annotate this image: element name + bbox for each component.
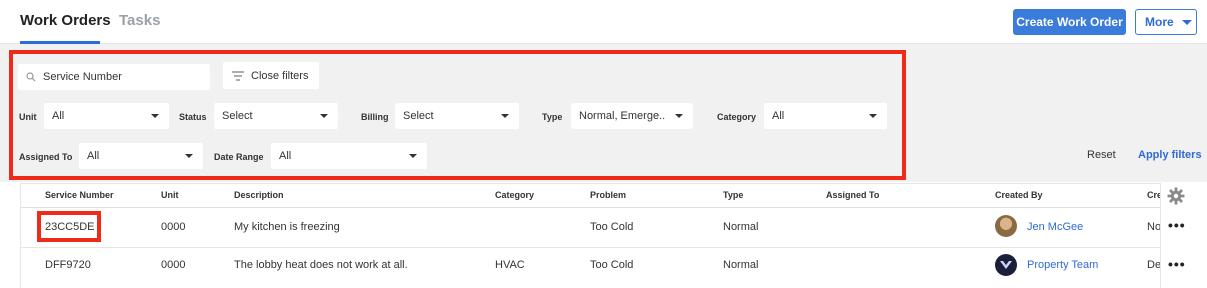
tab-work-orders[interactable]: Work Orders bbox=[20, 12, 111, 29]
type-filter-label: Type bbox=[542, 112, 563, 122]
status-filter-select[interactable]: Select bbox=[214, 103, 338, 129]
chevron-down-icon bbox=[501, 114, 509, 118]
billing-filter-label: Billing bbox=[361, 112, 389, 122]
assigned-to-filter-label: Assigned To bbox=[19, 152, 73, 162]
search-input-text: Service Number bbox=[43, 71, 122, 83]
close-filters-button[interactable]: Close filters bbox=[223, 62, 319, 89]
date-range-filter-select[interactable]: All bbox=[271, 143, 427, 169]
unit-filter-value: All bbox=[52, 110, 65, 122]
billing-filter-value: Select bbox=[403, 110, 434, 122]
truncated-cell: De bbox=[1147, 259, 1162, 271]
table-header-divider bbox=[20, 207, 1207, 208]
row-divider bbox=[20, 247, 1207, 248]
created-by-link[interactable]: Property Team bbox=[1027, 259, 1098, 271]
date-range-filter-label: Date Range bbox=[214, 152, 264, 162]
status-filter-label: Status bbox=[179, 112, 207, 122]
unit-cell: 0000 bbox=[161, 221, 186, 233]
category-filter-select[interactable]: All bbox=[764, 103, 887, 129]
column-header-type[interactable]: Type bbox=[723, 190, 743, 200]
type-filter-select[interactable]: Normal, Emerge... bbox=[571, 103, 693, 129]
chevron-down-icon bbox=[320, 114, 328, 118]
column-header-assigned-to[interactable]: Assigned To bbox=[826, 190, 879, 200]
more-button[interactable]: More bbox=[1135, 9, 1197, 35]
chevron-down-icon bbox=[675, 114, 683, 118]
chevron-down-icon bbox=[151, 114, 159, 118]
search-icon bbox=[26, 72, 36, 82]
reset-filters-link[interactable]: Reset bbox=[1087, 149, 1116, 161]
description-cell: The lobby heat does not work at all. bbox=[234, 259, 408, 271]
type-filter-value: Normal, Emerge... bbox=[579, 110, 665, 122]
chevron-down-icon bbox=[185, 154, 193, 158]
apply-filters-link[interactable]: Apply filters bbox=[1138, 149, 1202, 161]
filter-icon bbox=[232, 70, 244, 81]
column-header-description[interactable]: Description bbox=[234, 190, 284, 200]
service-number-cell[interactable]: DFF9720 bbox=[45, 259, 91, 271]
property-team-logo bbox=[995, 254, 1017, 276]
column-header-problem[interactable]: Problem bbox=[590, 190, 626, 200]
created-by-link[interactable]: Jen McGee bbox=[1027, 221, 1083, 233]
property-team-logo-mark bbox=[1000, 261, 1012, 269]
chevron-down-icon bbox=[869, 114, 877, 118]
avatar bbox=[995, 215, 1017, 237]
service-number-highlight-box bbox=[37, 211, 101, 242]
category-filter-value: All bbox=[772, 110, 785, 122]
date-range-filter-value: All bbox=[279, 150, 292, 162]
truncated-cell: No bbox=[1147, 221, 1162, 233]
type-cell: Normal bbox=[723, 259, 759, 271]
close-filters-label: Close filters bbox=[251, 69, 309, 82]
column-header-category[interactable]: Category bbox=[495, 190, 534, 200]
create-work-order-button[interactable]: Create Work Order bbox=[1013, 9, 1126, 35]
category-cell: HVAC bbox=[495, 259, 525, 271]
status-filter-value: Select bbox=[222, 110, 253, 122]
billing-filter-select[interactable]: Select bbox=[395, 103, 519, 129]
type-cell: Normal bbox=[723, 221, 759, 233]
unit-filter-label: Unit bbox=[19, 112, 37, 122]
assigned-to-filter-select[interactable]: All bbox=[79, 143, 203, 169]
description-cell: My kitchen is freezing bbox=[234, 221, 340, 233]
unit-cell: 0000 bbox=[161, 259, 186, 271]
assigned-to-filter-value: All bbox=[87, 150, 100, 162]
tab-tasks[interactable]: Tasks bbox=[119, 12, 160, 29]
category-filter-label: Category bbox=[717, 112, 757, 122]
chevron-down-icon bbox=[1181, 19, 1192, 25]
row-actions-menu-icon[interactable]: ••• bbox=[1168, 256, 1186, 272]
column-header-service-number[interactable]: Service Number bbox=[45, 190, 114, 200]
row-actions-menu-icon[interactable]: ••• bbox=[1168, 217, 1186, 233]
problem-cell: Too Cold bbox=[590, 259, 634, 271]
more-button-label: More bbox=[1145, 15, 1174, 29]
gear-icon[interactable] bbox=[1167, 187, 1185, 205]
unit-filter-select[interactable]: All bbox=[44, 103, 169, 129]
service-number-search-input[interactable]: Service Number bbox=[18, 64, 210, 90]
column-header-created-by[interactable]: Created By bbox=[995, 190, 1043, 200]
chevron-down-icon bbox=[409, 154, 417, 158]
problem-cell: Too Cold bbox=[590, 221, 634, 233]
column-header-unit[interactable]: Unit bbox=[161, 190, 179, 200]
